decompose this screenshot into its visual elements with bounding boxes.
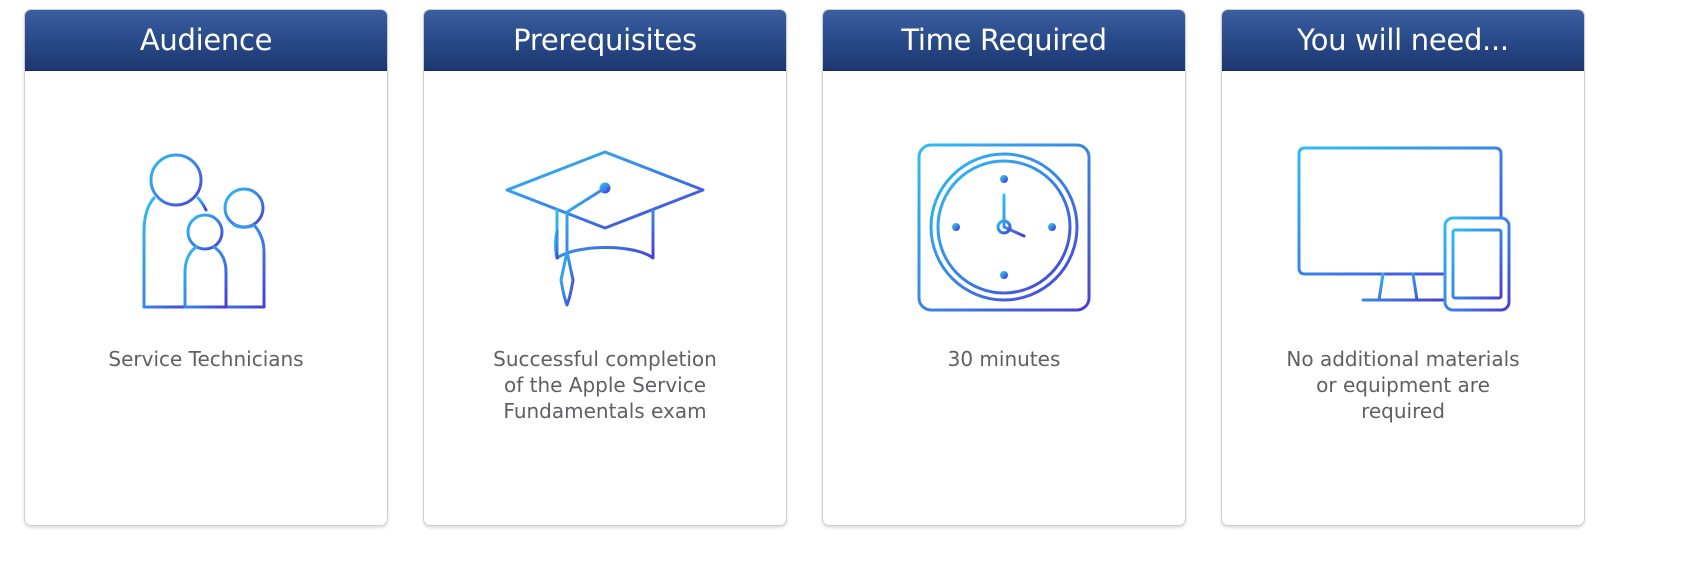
prerequisites-text: Successful completion of the Apple Servi…	[493, 347, 717, 423]
you-will-need-text: No additional materials or equipment are…	[1286, 347, 1520, 423]
card-title: You will need...	[1222, 10, 1584, 71]
card-title: Audience	[25, 10, 387, 71]
audience-text: Service Technicians	[108, 347, 304, 371]
audience-card: Audience Service Technicians	[24, 9, 388, 526]
clock-icon	[823, 140, 1185, 330]
prerequisites-card: Prerequisites Successful completion of t…	[423, 9, 787, 526]
you-will-need-card: You will need... No additional materials…	[1221, 9, 1585, 526]
time-required-text: 30 minutes	[947, 347, 1061, 371]
time-required-card: Time Required 30 minutes	[822, 9, 1186, 526]
people-icon	[25, 140, 387, 330]
card-title: Time Required	[823, 10, 1185, 71]
computer-tablet-icon	[1222, 140, 1584, 330]
graduation-cap-icon	[424, 140, 786, 330]
card-title: Prerequisites	[424, 10, 786, 71]
